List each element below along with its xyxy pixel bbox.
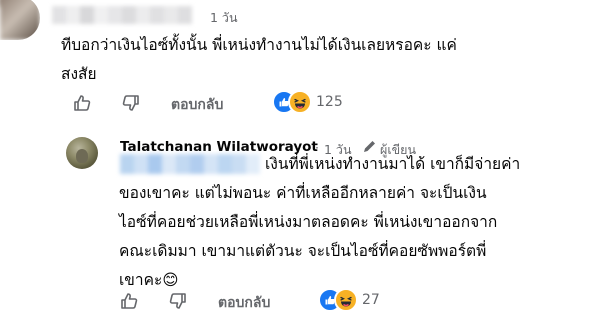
comment-text-line: สงสัย xyxy=(61,65,97,83)
thumbs-down-icon[interactable] xyxy=(121,93,141,113)
comment-time[interactable]: 1 วัน xyxy=(210,8,238,28)
reactions-summary[interactable]: 125 xyxy=(272,88,352,116)
comment-text-line: เงินที่พี่เหน่งทำงานมาได้ เขาก็มีจ่ายค่า xyxy=(265,155,521,173)
comment-text-line: ทีบอกว่าเงินไอซ์ทั้งนั้น พี่เหน่งทำงานไม… xyxy=(61,36,457,54)
mention-redacted[interactable] xyxy=(120,154,260,174)
smiling-emoji: 😊 xyxy=(162,271,179,289)
author-name-redacted[interactable] xyxy=(52,6,192,24)
avatar[interactable] xyxy=(0,0,40,40)
comment-text-segment: เขาคะ xyxy=(119,271,163,289)
reactions-summary[interactable]: 27 xyxy=(318,286,388,314)
comment-text-line: ไอซ์ที่คอยช่วยเหลือพี่เหน่งมาตลอดคะ พี่เ… xyxy=(119,213,498,231)
comment-text-line: ของเขาคะ แต่ไม่พอนะ ค่าที่เหลืออีกหลายค่… xyxy=(119,184,487,202)
reaction-count: 27 xyxy=(362,292,380,308)
haha-reaction-icon xyxy=(288,90,312,114)
thumbs-up-icon[interactable] xyxy=(72,93,92,113)
comment-text-line: คณะเดิมมา เขามาแต่ตัวนะ จะเป็นไอซ์ที่คอย… xyxy=(119,242,487,260)
haha-reaction-icon xyxy=(334,288,358,312)
reply-button[interactable]: ตอบกลับ xyxy=(218,292,270,314)
reply-button[interactable]: ตอบกลับ xyxy=(171,94,223,116)
thumbs-up-icon[interactable] xyxy=(119,291,139,311)
avatar[interactable] xyxy=(66,137,98,169)
reaction-count: 125 xyxy=(316,94,343,110)
thumbs-down-icon[interactable] xyxy=(168,291,188,311)
